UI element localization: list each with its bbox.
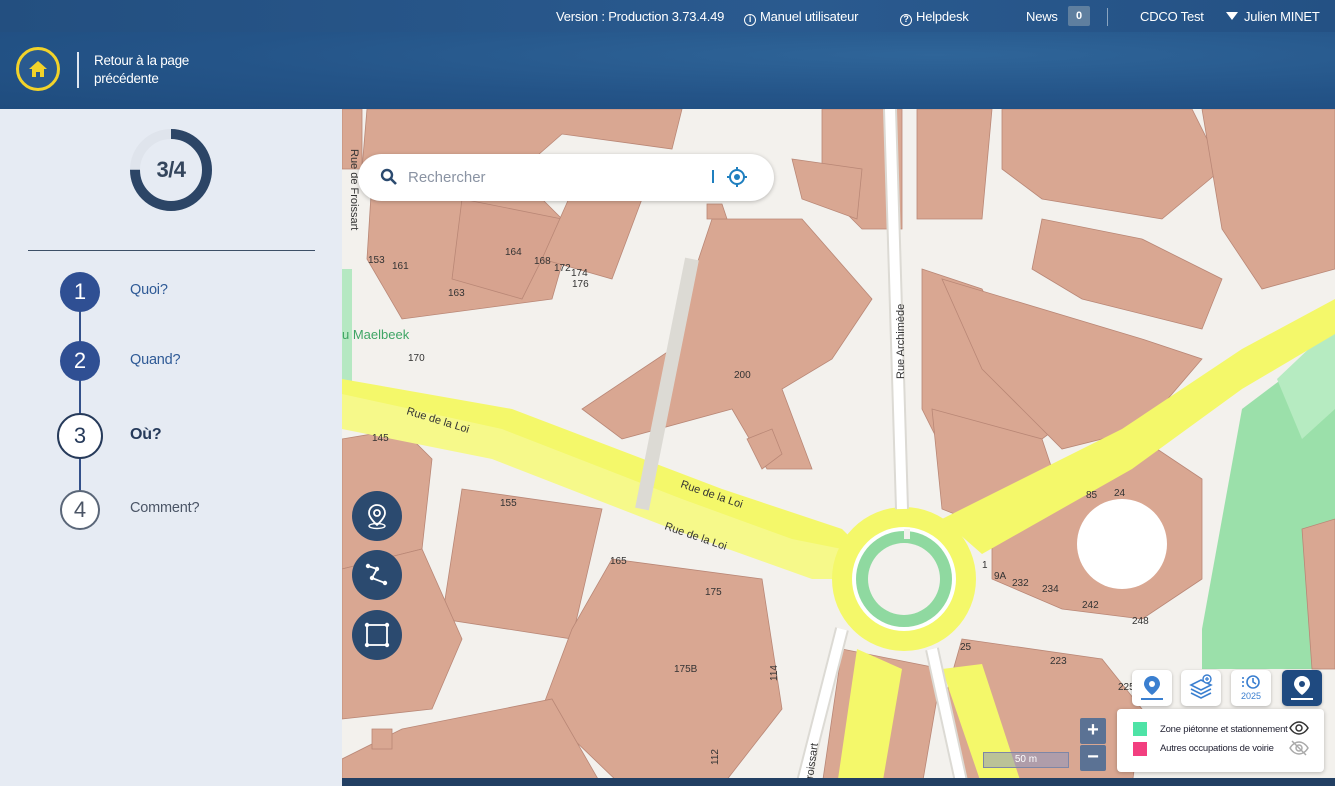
map-legend: Zone piétonne et stationnement Autres oc…	[1117, 709, 1324, 772]
legend-label: Autres occupations de voirie	[1160, 743, 1274, 754]
house-number: 164	[505, 247, 522, 258]
version-label: Version : Production 3.73.4.49	[556, 9, 725, 24]
back-link-line2: précédente	[94, 71, 159, 86]
user-manual-label: Manuel utilisateur	[760, 9, 859, 24]
user-name: Julien MINET	[1244, 9, 1320, 24]
home-icon	[29, 61, 47, 77]
info-icon: i	[744, 14, 756, 26]
topbar-divider	[1107, 8, 1108, 26]
house-number: 163	[448, 288, 465, 299]
scale-bar: 50 m	[983, 752, 1069, 768]
back-link[interactable]: Retour à la page précédente	[94, 52, 214, 88]
map-bottom-bar	[342, 778, 1335, 786]
house-number: 25	[960, 642, 972, 653]
news-link[interactable]: News	[1026, 9, 1058, 24]
draw-line-button[interactable]	[352, 550, 402, 600]
house-number: 200	[734, 370, 751, 381]
house-number: 248	[1132, 616, 1149, 627]
caret-down-icon	[1226, 12, 1238, 20]
eye-icon[interactable]	[1289, 720, 1309, 736]
step-1-circle[interactable]: 1	[60, 272, 100, 312]
step-2-circle[interactable]: 2	[60, 341, 100, 381]
house-number: 9A	[994, 571, 1007, 582]
news-count-badge: 0	[1068, 6, 1090, 26]
timeline-year: 2025	[1240, 691, 1262, 701]
map-marker-active-icon	[1291, 676, 1313, 700]
house-number: 1	[982, 560, 988, 571]
street-label: Rue de Froissart	[348, 149, 360, 230]
house-number: 168	[534, 256, 551, 267]
house-number: 234	[1042, 584, 1059, 595]
house-number: 161	[392, 261, 409, 272]
legend-swatch	[1133, 722, 1147, 736]
header-divider	[77, 52, 79, 88]
house-number: 242	[1082, 600, 1099, 611]
house-number: 155	[500, 498, 517, 509]
history-clock-icon	[1242, 675, 1260, 689]
map-settings-button[interactable]	[1282, 670, 1322, 706]
header: Retour à la page précédente	[0, 32, 1335, 109]
search-input[interactable]	[408, 166, 698, 188]
user-manual-link[interactable]: i Manuel utilisateur	[744, 9, 858, 26]
helpdesk-label: Helpdesk	[916, 9, 969, 24]
street-label: Rue Archimède	[895, 304, 907, 379]
layers-icon	[1189, 674, 1213, 699]
layers-button[interactable]	[1181, 670, 1221, 706]
house-number: 145	[372, 433, 389, 444]
house-number: 232	[1012, 578, 1029, 589]
house-number: 112	[710, 749, 721, 765]
home-button[interactable]	[16, 47, 60, 91]
back-link-line1: Retour à la page	[94, 53, 190, 68]
house-number: 172	[554, 263, 571, 274]
house-number: 176	[572, 279, 589, 290]
step-connector	[79, 456, 81, 492]
location-layer-button[interactable]	[1132, 670, 1172, 706]
step-3-label[interactable]: Où?	[130, 426, 162, 444]
house-number: 153	[368, 255, 385, 266]
house-number: 24	[1114, 488, 1126, 499]
house-number: 174	[571, 268, 588, 279]
map-marker-icon	[1141, 676, 1163, 700]
locate-me-button[interactable]	[726, 166, 748, 188]
house-number: 170	[408, 353, 425, 364]
eye-off-icon[interactable]	[1289, 740, 1309, 756]
progress-text: 3/4	[156, 157, 186, 182]
organisation-selector[interactable]: CDCO Test	[1140, 9, 1204, 24]
step-4-circle[interactable]: 4	[60, 490, 100, 530]
polyline-icon	[365, 563, 388, 586]
draw-point-button[interactable]	[352, 491, 402, 541]
step-2-label[interactable]: Quand?	[130, 352, 181, 368]
timeline-button[interactable]: 2025	[1231, 670, 1271, 706]
step-connector	[79, 380, 81, 416]
place-label: u Maelbeek	[342, 327, 410, 342]
top-bar: Version : Production 3.73.4.49 i Manuel u…	[0, 0, 1335, 32]
app-root: Version : Production 3.73.4.49 i Manuel u…	[0, 0, 1335, 786]
step-3-circle[interactable]: 3	[57, 413, 103, 459]
helpdesk-link[interactable]: ? Helpdesk	[900, 9, 969, 26]
step-1-label[interactable]: Quoi?	[130, 282, 168, 298]
house-number: 85	[1086, 490, 1098, 501]
zoom-out-button[interactable]: −	[1080, 745, 1106, 771]
legend-swatch	[1133, 742, 1147, 756]
search-divider	[712, 170, 714, 183]
legend-label: Zone piétonne et stationnement	[1160, 724, 1288, 735]
zoom-in-button[interactable]: +	[1080, 718, 1106, 744]
map-search-box	[358, 154, 774, 201]
rectangle-icon	[364, 622, 390, 648]
map-pin-icon	[368, 504, 386, 530]
user-menu[interactable]: Julien MINET	[1226, 9, 1320, 24]
help-icon: ?	[900, 14, 912, 26]
search-icon	[380, 168, 397, 185]
steps-panel: 3/4 1 Quoi? 2 Quand? 3 Où? 4 Comment?	[0, 109, 342, 786]
house-number: 175B	[674, 664, 698, 675]
panel-divider	[28, 250, 315, 251]
house-number: 175	[705, 587, 722, 598]
draw-polygon-button[interactable]	[352, 610, 402, 660]
step-4-label[interactable]: Comment?	[130, 500, 200, 516]
house-number: 165	[610, 556, 627, 567]
house-number: 114	[769, 665, 780, 681]
house-number: 223	[1050, 656, 1067, 667]
